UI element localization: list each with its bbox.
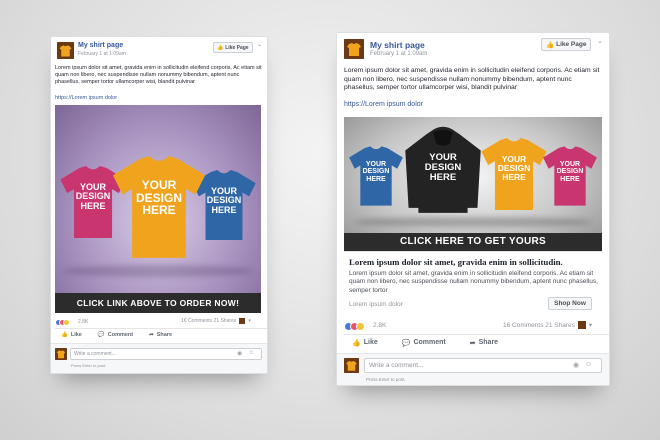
share-button[interactable]: ➦ Share — [149, 332, 172, 338]
like-button[interactable]: 👍 Like — [352, 339, 378, 347]
like-label: Like — [363, 339, 378, 346]
comment-input[interactable]: Write a comment... — [364, 358, 602, 373]
like-page-label: Like Page — [225, 44, 249, 51]
comment-label: Comment — [107, 332, 134, 338]
yellow-shirt-label: YOUR DESIGN HERE — [497, 154, 531, 182]
comment-icon: 💬 — [401, 339, 411, 347]
page-name[interactable]: My shirt page — [370, 40, 425, 50]
camera-icon[interactable]: ◉ — [573, 361, 579, 369]
post-link[interactable]: https://Lorem ipsum dolor — [344, 101, 423, 108]
thumbs-up-icon: 👍 — [546, 41, 555, 49]
emoji-icon[interactable]: ☺ — [248, 350, 254, 357]
chevron-down-icon[interactable]: ⌄ — [597, 37, 603, 45]
reaction-count[interactable]: 2.8K — [78, 319, 88, 325]
share-icon: ➦ — [149, 332, 154, 338]
cta-banner[interactable]: CLICK LINK ABOVE TO ORDER NOW! — [55, 293, 261, 313]
commenter-avatar — [344, 358, 359, 373]
post-text: Lorem ipsum dolor sit amet, gravida enim… — [344, 67, 600, 92]
card-domain: Lorem ipsum dolor — [349, 301, 403, 308]
commenter-avatar — [55, 348, 67, 360]
share-label: Share — [156, 332, 173, 338]
post-image[interactable]: YOUR DESIGN HERE YOUR DESIGN HERE YOUR D… — [55, 105, 261, 313]
blue-shirt-label: YOUR DESIGN HERE — [206, 186, 242, 215]
profile-thumb — [239, 318, 246, 324]
page-avatar[interactable] — [57, 42, 74, 59]
reaction-icons[interactable] — [344, 322, 365, 331]
like-page-button[interactable]: 👍 Like Page — [541, 38, 592, 51]
action-row: 👍 Like 💬 Comment ➦ Share — [55, 328, 267, 341]
facebook-post-left: My shirt page February 1 at 1:09am 👍 Lik… — [50, 36, 268, 374]
comments-shares-count: 16 Comments 21 Shares — [503, 321, 575, 329]
link-card[interactable]: Lorem ipsum dolor sit amet, gravida enim… — [344, 251, 602, 314]
comment-button[interactable]: 💬 Comment — [402, 339, 446, 347]
chevron-down-icon[interactable]: ⌄ — [257, 41, 262, 48]
shirt-avatar-icon — [57, 42, 74, 59]
facebook-post-right: My shirt page February 1 at 1:09am 👍 Lik… — [336, 32, 610, 386]
comment-input[interactable]: Write a comment... — [70, 348, 262, 360]
hoodie-label: YOUR DESIGN HERE — [424, 152, 462, 183]
chevron-down-icon: ▾ — [588, 322, 593, 329]
shirt-avatar-icon — [344, 39, 364, 59]
page-name[interactable]: My shirt page — [78, 42, 123, 49]
camera-icon[interactable]: ◉ — [237, 350, 242, 357]
reaction-icons[interactable] — [55, 319, 70, 326]
post-text: Lorem ipsum dolor sit amet, gravida enim… — [55, 65, 262, 86]
blue-shirt-label: YOUR DESIGN HERE — [362, 161, 390, 183]
comments-shares-count: 16 Comments 21 Shares — [181, 318, 237, 324]
post-link[interactable]: https://Lorem ipsum dolor — [55, 95, 117, 101]
emoji-icon[interactable]: ☺ — [585, 361, 592, 369]
share-button[interactable]: ➦ Share — [470, 339, 498, 347]
thumbs-up-icon: 👍 — [61, 332, 68, 338]
like-label: Like — [70, 332, 82, 338]
pink-shirt-label: YOUR DESIGN HERE — [75, 182, 111, 211]
comment-placeholder: Write a comment... — [369, 362, 424, 369]
like-page-button[interactable]: 👍 Like Page — [213, 42, 253, 53]
press-enter-hint: Press Enter to post. — [71, 363, 107, 368]
profile-thumb — [577, 321, 586, 329]
action-row: 👍 Like 💬 Comment ➦ Share — [344, 334, 609, 350]
shop-now-button[interactable]: Shop Now — [548, 297, 592, 310]
comment-label: Comment — [413, 339, 446, 346]
comment-tools: ◉ ☺ — [573, 361, 592, 369]
card-text: Lorem ipsum dolor sit amet, gravida enim… — [349, 270, 598, 294]
card-title[interactable]: Lorem ipsum dolor sit amet, gravida enim… — [349, 257, 599, 267]
comment-placeholder: Write a comment... — [74, 351, 116, 357]
thumbs-up-icon: 👍 — [352, 339, 361, 347]
post-date[interactable]: February 1 at 1:09am — [78, 51, 126, 57]
yellow-shirt-label: YOUR DESIGN HERE — [135, 178, 182, 218]
comment-tools: ◉ ☺ — [237, 350, 254, 357]
comment-area: Write a comment... ◉ ☺ Press Enter to po… — [51, 343, 267, 373]
share-label: Share — [478, 339, 499, 346]
share-icon: ➦ — [469, 339, 476, 347]
comments-shares-stats[interactable]: 16 Comments 21 Shares ▾ — [503, 321, 592, 329]
post-image[interactable]: YOUR DESIGN HERE YOUR DESIGN HERE YOUR D… — [344, 117, 602, 251]
cta-banner[interactable]: CLICK HERE TO GET YOURS — [344, 233, 602, 251]
comment-area: Write a comment... ◉ ☺ Press Enter to po… — [337, 353, 609, 385]
comment-icon: 💬 — [97, 332, 105, 338]
like-page-label: Like Page — [556, 41, 587, 48]
reaction-count[interactable]: 2.8K — [373, 322, 386, 329]
press-enter-hint: Press Enter to post. — [366, 377, 406, 382]
comment-button[interactable]: 💬 Comment — [98, 332, 133, 338]
pink-shirt-label: YOUR DESIGN HERE — [556, 161, 584, 183]
comments-shares-stats[interactable]: 16 Comments 21 Shares ▾ — [181, 318, 251, 324]
chevron-down-icon: ▾ — [248, 318, 251, 324]
like-button[interactable]: 👍 Like — [61, 332, 82, 338]
thumbs-up-icon: 👍 — [217, 44, 224, 51]
post-date[interactable]: February 1 at 1:09am — [370, 51, 427, 57]
page-avatar[interactable] — [344, 39, 364, 59]
